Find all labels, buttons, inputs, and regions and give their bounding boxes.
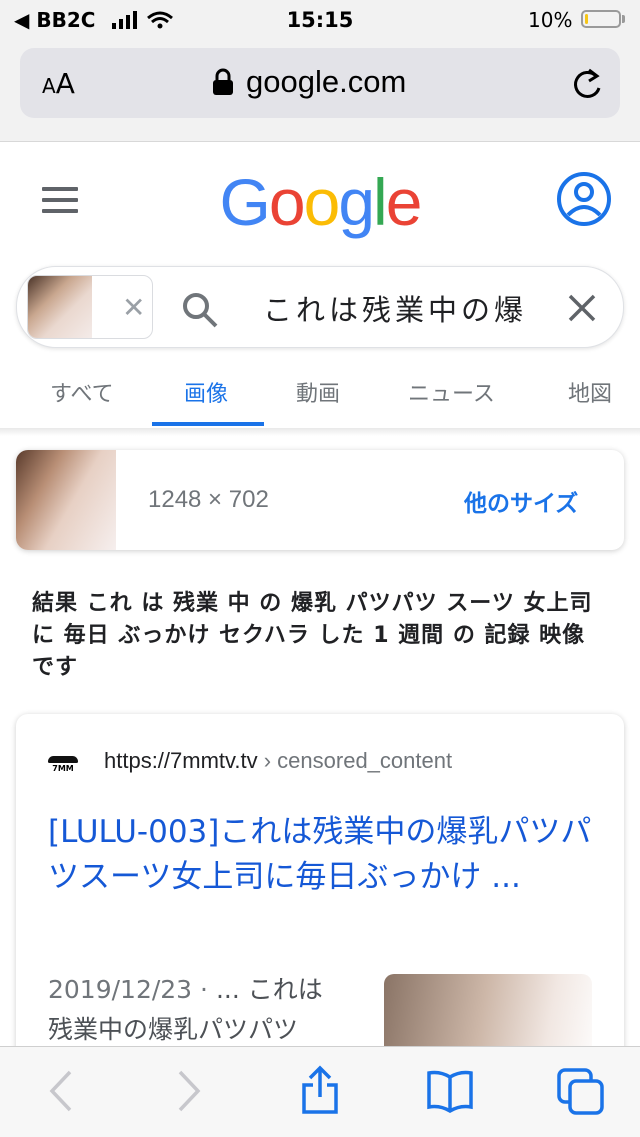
image-thumbnail[interactable]: [16, 450, 116, 550]
back-icon[interactable]: [48, 1069, 74, 1113]
status-bar: ◀ BB2C 15:15 10%: [0, 0, 640, 40]
result-url-path: › censored_content: [257, 748, 453, 773]
lock-icon: [213, 68, 233, 95]
search-query[interactable]: これは残業中の爆: [263, 287, 545, 329]
text-size-button[interactable]: AA: [42, 67, 75, 100]
search-icon[interactable]: [181, 291, 219, 329]
bookmarks-icon[interactable]: [426, 1069, 474, 1113]
result-title-link[interactable]: [LULU-003]これは残業中の爆乳パツパツスーツ女上司に毎日ぶっかけ ...: [48, 810, 608, 900]
account-icon[interactable]: [556, 171, 612, 227]
forward-icon[interactable]: [176, 1069, 202, 1113]
logo-letter-4: l: [373, 165, 388, 239]
battery-tip: [622, 15, 625, 23]
logo-letter-1: o: [268, 165, 306, 239]
search-result-card[interactable]: 7MM https://7mmtv.tv › censored_content …: [16, 714, 624, 1094]
more-sizes-link[interactable]: 他のサイズ: [464, 484, 578, 518]
logo-letter-5: e: [385, 165, 423, 239]
result-snippet: 2019/12/23 · ... これは残業中の爆乳パツパツ: [48, 970, 338, 1050]
logo-letter-0: G: [219, 165, 271, 239]
url-domain: google.com: [246, 64, 407, 99]
search-image-thumbnail: [28, 276, 92, 338]
tab-maps[interactable]: 地図: [568, 376, 612, 408]
browser-bottom-toolbar: [0, 1046, 640, 1137]
logo-letter-3: g: [338, 165, 375, 239]
search-box[interactable]: ✕ これは残業中の爆: [16, 266, 624, 348]
text-size-big: A: [55, 67, 75, 100]
battery-level: [585, 14, 588, 24]
address-bar[interactable]: AA google.com: [20, 48, 620, 118]
tabs-icon[interactable]: [556, 1067, 606, 1117]
text-size-small: A: [42, 74, 56, 98]
result-url-host: https://7mmtv.tv: [104, 748, 258, 773]
tab-all[interactable]: すべて: [50, 376, 114, 408]
related-search-text: 結果 これ は 残業 中 の 爆乳 パツパツ スーツ 女上司 に 毎日 ぶっかけ…: [32, 591, 593, 680]
result-url[interactable]: https://7mmtv.tv › censored_content: [104, 748, 452, 774]
image-dimensions: 1248 × 702: [148, 486, 269, 513]
favicon-text: 7MM: [52, 764, 74, 773]
clear-search-icon[interactable]: [567, 293, 597, 323]
image-info-card[interactable]: 1248 × 702 他のサイズ: [16, 450, 624, 550]
tab-images[interactable]: 画像: [184, 376, 228, 408]
search-image-chip[interactable]: ✕: [27, 275, 153, 339]
battery-percent: 10%: [528, 8, 573, 32]
result-date: 2019/12/23 ·: [48, 975, 216, 1004]
logo-letter-2: o: [303, 165, 341, 239]
remove-image-icon[interactable]: ✕: [122, 291, 145, 324]
browser-toolbar: AA google.com: [0, 40, 640, 142]
battery-icon: [581, 10, 621, 28]
share-icon[interactable]: [300, 1065, 340, 1115]
search-tabs: すべて 画像 動画 ニュース 地図: [0, 370, 640, 428]
active-tab-indicator: [152, 422, 264, 426]
google-logo[interactable]: Google: [0, 164, 640, 240]
tab-videos[interactable]: 動画: [296, 376, 340, 408]
tab-news[interactable]: ニュース: [408, 376, 495, 408]
reload-icon[interactable]: [570, 66, 604, 102]
site-favicon-icon: 7MM: [48, 756, 78, 774]
tabs-divider: [0, 428, 640, 436]
